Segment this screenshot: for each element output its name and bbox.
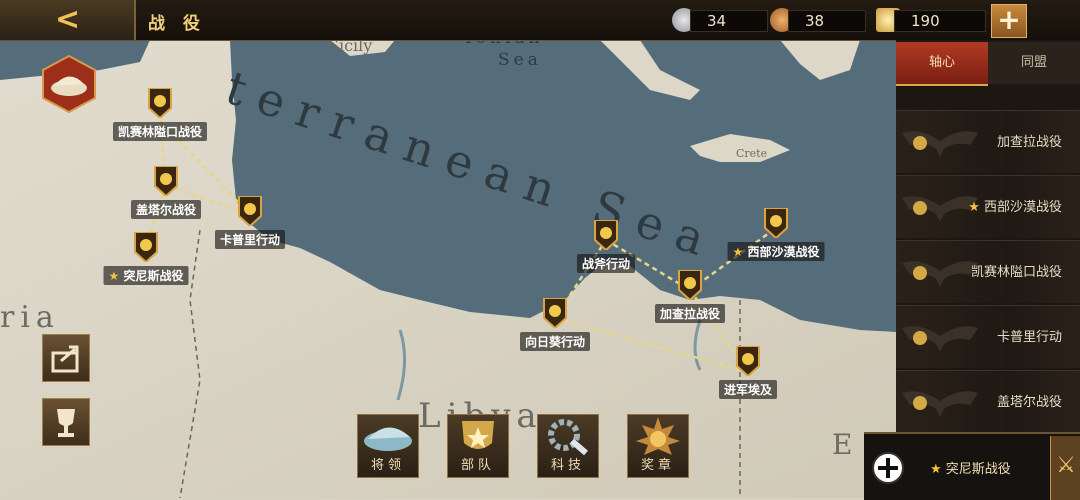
menu-medals-button[interactable]: 奖章 xyxy=(627,414,689,478)
campaign-list-panel: 轴心 同盟 加查拉战役 ★ 西部沙漠战役 凯赛林隘口战役卡普里行动盖塔尔战役 xyxy=(896,40,1080,498)
gold-medal-icon xyxy=(736,346,760,376)
gold-medal-icon xyxy=(154,166,178,196)
achievements-button[interactable] xyxy=(42,398,90,446)
menu-troops-button[interactable]: 部队 xyxy=(447,414,509,478)
officer-cap-icon xyxy=(364,427,412,451)
campaign-list-label: 卡普里行动 xyxy=(996,330,1062,345)
star-icon: ★ xyxy=(732,245,744,259)
gold-medal-icon xyxy=(238,196,262,226)
star-icon: ★ xyxy=(108,269,120,283)
bronze-medal-value: 38 xyxy=(788,10,866,32)
menu-generals-button[interactable]: 将领 xyxy=(357,414,419,478)
campaign-list-label: 凯赛林隘口战役 xyxy=(970,265,1062,280)
campaign-list-item[interactable]: ★ 西部沙漠战役 xyxy=(896,175,1080,238)
gold-medal-icon xyxy=(764,208,788,238)
gold-medal-icon xyxy=(543,298,567,328)
menu-troops-label: 部队 xyxy=(460,458,495,473)
silver-medal-counter: 34 xyxy=(672,8,768,32)
battle-label: 凯赛林隘口战役 xyxy=(112,122,208,141)
eagle-emblem-icon xyxy=(902,131,978,157)
selected-campaign-bar[interactable]: ★ 突尼斯战役 ⚔ xyxy=(864,432,1080,500)
battle-label: 进军埃及 xyxy=(718,380,778,399)
chevron-left-icon: < xyxy=(55,2,81,37)
gold-medal-icon xyxy=(678,270,702,300)
gear-wrench-icon xyxy=(548,419,588,456)
tab-allies[interactable]: 同盟 xyxy=(988,42,1080,84)
back-button[interactable]: < xyxy=(0,0,136,40)
battle-label: 卡普里行动 xyxy=(214,230,286,249)
campaign-list-item[interactable]: 盖塔尔战役 xyxy=(896,370,1080,433)
gold-medal-value: 190 xyxy=(894,10,986,32)
battle-label: 盖塔尔战役 xyxy=(130,200,202,219)
map-label-crete: Crete xyxy=(736,147,768,160)
share-button[interactable] xyxy=(42,334,90,382)
start-campaign-button[interactable]: ⚔ xyxy=(1050,436,1080,500)
eagle-emblem-icon xyxy=(902,326,978,352)
battle-label: 加查拉战役 xyxy=(654,304,726,323)
campaign-list-item[interactable]: 凯赛林隘口战役 xyxy=(896,240,1080,303)
shield-star-icon xyxy=(462,421,494,449)
battle-label: 战斧行动 xyxy=(576,254,636,273)
menu-medals-label: 奖章 xyxy=(640,458,675,473)
gold-medal-icon xyxy=(594,220,618,250)
gold-medal-icon xyxy=(134,232,158,262)
campaign-list-label: 盖塔尔战役 xyxy=(996,395,1062,410)
add-resources-button[interactable]: + xyxy=(991,4,1027,38)
gold-medal-counter: 190 xyxy=(876,8,986,32)
commander-cap-icon[interactable] xyxy=(40,54,98,114)
eagle-emblem-icon xyxy=(902,261,978,287)
top-bar: < 战 役 34 38 190 + xyxy=(0,0,1080,41)
trophy-icon xyxy=(57,409,75,437)
map-label-algeria: ria xyxy=(0,300,60,335)
campaign-list-label: 加查拉战役 xyxy=(996,135,1062,150)
map-label-ionian-sea: Sea xyxy=(498,50,542,70)
star-icon: ★ xyxy=(968,200,980,215)
campaign-list-item[interactable]: 卡普里行动 xyxy=(896,305,1080,368)
tab-axis[interactable]: 轴心 xyxy=(896,42,988,86)
campaign-list-item[interactable]: 加查拉战役 xyxy=(896,110,1080,173)
eagle-emblem-icon xyxy=(902,391,978,417)
iron-cross-icon xyxy=(872,452,904,484)
menu-tech-label: 科技 xyxy=(550,458,585,473)
map-label-egypt: E xyxy=(832,428,853,461)
battle-label: ★ 西部沙漠战役 xyxy=(727,242,825,261)
menu-generals-label: 将领 xyxy=(370,458,405,473)
battle-label: ★ 突尼斯战役 xyxy=(103,266,189,285)
campaign-list-label: ★ 西部沙漠战役 xyxy=(968,200,1062,215)
gold-medal-icon xyxy=(148,88,172,118)
crossed-swords-icon: ⚔ xyxy=(1056,453,1076,478)
battle-label: 向日葵行动 xyxy=(519,332,591,351)
silver-medal-value: 34 xyxy=(690,10,768,32)
menu-tech-button[interactable]: 科技 xyxy=(537,414,599,478)
page-title: 战 役 xyxy=(148,14,206,34)
star-icon: ★ xyxy=(930,462,942,477)
selected-campaign-label: ★ 突尼斯战役 xyxy=(930,462,1011,477)
bronze-medal-counter: 38 xyxy=(770,8,866,32)
sun-medal-icon xyxy=(636,417,680,455)
share-icon xyxy=(51,345,79,373)
